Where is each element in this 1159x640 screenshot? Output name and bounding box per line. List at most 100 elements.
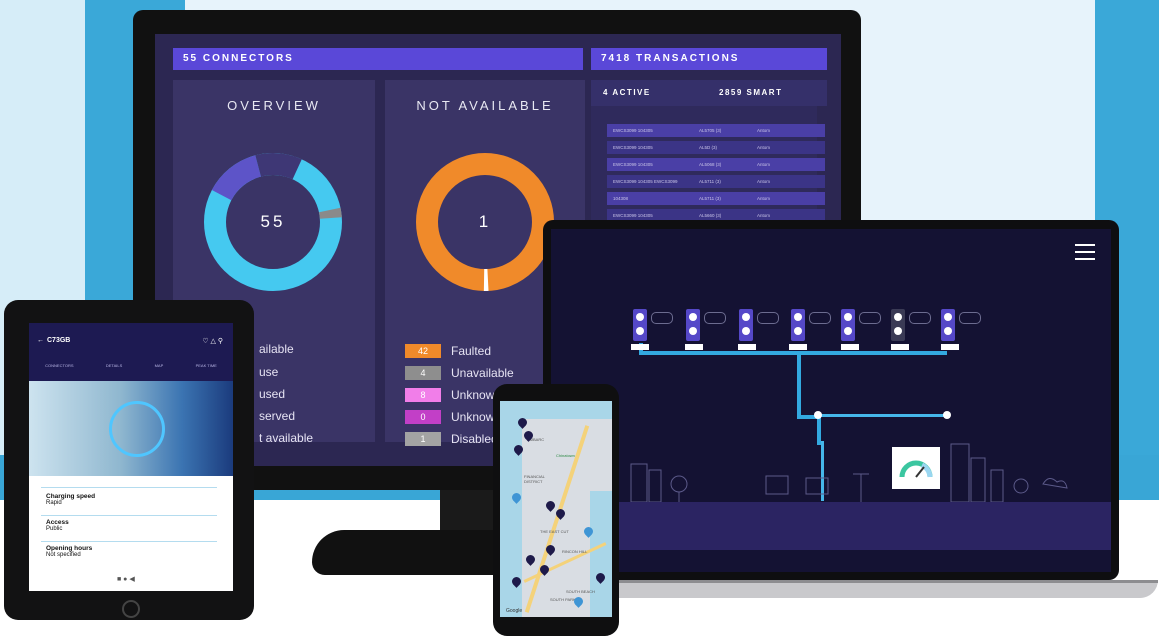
- car-icon: [859, 312, 881, 324]
- tx-user: Antom: [757, 196, 771, 201]
- tab-smart[interactable]: 2859 SMART: [709, 80, 827, 106]
- home-button[interactable]: [122, 600, 140, 618]
- map-screen: EMBARC FINANCIAL DISTRICT Chinatown THE …: [500, 401, 612, 617]
- charge-point-icon[interactable]: [686, 309, 700, 341]
- tab-map[interactable]: MAP: [155, 363, 164, 368]
- field-value: Not specified: [46, 552, 81, 558]
- charge-point-icon[interactable]: [739, 309, 753, 341]
- favorite-icon[interactable]: ♡ △ ⚲: [202, 337, 223, 345]
- tx-id: 104308: [613, 196, 629, 201]
- legend-label-disabled: Disablec: [451, 432, 498, 446]
- charge-point-offline-icon[interactable]: [891, 309, 905, 341]
- overview-legend-used: used: [259, 387, 286, 401]
- tx-id: EWCS3099 104305: [613, 162, 653, 167]
- map-pin-icon[interactable]: [524, 553, 537, 566]
- divider: [41, 515, 217, 516]
- overview-legend-available: ailable: [259, 342, 294, 356]
- divider: [41, 487, 217, 488]
- tx-connector: AL5D (3): [699, 145, 718, 150]
- divider: [41, 541, 217, 542]
- tab-details[interactable]: DETAILS: [106, 363, 122, 368]
- connector-tag: [685, 344, 703, 350]
- bay-water-right: [590, 491, 612, 617]
- junction-node: [943, 411, 951, 419]
- car-icon: [704, 312, 726, 324]
- legend-row-disabled: 1 Disablec: [405, 430, 497, 448]
- overview-heading: OVERVIEW: [227, 98, 321, 113]
- transaction-row[interactable]: EWCS3099 104305 AL5068 (3) Antom: [607, 158, 825, 171]
- field-label: Opening hours: [46, 545, 93, 552]
- car-icon: [651, 312, 673, 324]
- tab-peak-time[interactable]: PEAK TIME: [196, 363, 217, 368]
- legend-label-faulted: Faulted: [451, 344, 492, 358]
- legend-label-unknown: Unknow: [451, 410, 495, 424]
- overview-legend-not-available: t available: [259, 431, 314, 445]
- legend-chip-unavailable: 4: [405, 366, 441, 380]
- map-label: FINANCIAL DISTRICT: [524, 474, 545, 484]
- tab-connectors[interactable]: CONNECTORS: [45, 363, 73, 368]
- opening-hours-field: Opening hours Not specified: [46, 545, 92, 558]
- tx-connector: AL5068 (3): [699, 162, 722, 167]
- overview-legend-reserved: served: [259, 409, 296, 423]
- charging-speed-field: Charging speed Rapid: [46, 493, 95, 506]
- android-nav-bar[interactable]: ■ ● ◀: [117, 575, 135, 583]
- legend-row-faulted: 42 Faulted: [405, 342, 491, 360]
- transactions-title-bar: 7418 TRANSACTIONS: [591, 48, 827, 70]
- legend-row-unknown: 0 Unknow: [405, 408, 494, 426]
- tx-user: Antom: [757, 162, 771, 167]
- field-value: Public: [46, 526, 63, 532]
- legend-chip-faulted: 42: [405, 344, 441, 358]
- charge-point-icon[interactable]: [941, 309, 955, 341]
- charge-point-icon[interactable]: [633, 309, 647, 341]
- hamburger-menu-icon[interactable]: [1075, 244, 1095, 265]
- legend-chip-unknown-48h: 8: [405, 388, 441, 402]
- tablet: ← C73GB ♡ △ ⚲ CONNECTORS DETAILS MAP PEA…: [4, 300, 254, 620]
- car-icon: [959, 312, 981, 324]
- tx-id: EWCS3099 104305 EWCS3099: [613, 179, 678, 184]
- charge-point-icon[interactable]: [841, 309, 855, 341]
- tx-connector: AL5711 (3): [699, 196, 721, 201]
- meter-wire: [817, 414, 947, 417]
- back-arrow-icon[interactable]: ←: [37, 337, 44, 344]
- map-pin-icon[interactable]: [544, 499, 557, 512]
- ground-band: [551, 502, 1111, 550]
- overview-legend-in-use: use: [259, 365, 279, 379]
- tab-active[interactable]: 4 ACTIVE: [591, 80, 713, 106]
- car-icon: [809, 312, 831, 324]
- connector-tag: [789, 344, 807, 350]
- junction-node: [814, 411, 822, 419]
- tx-user: Antom: [757, 128, 771, 133]
- bay-water-top: [500, 401, 612, 419]
- tablet-tabs: CONNECTORS DETAILS MAP PEAK TIME: [29, 363, 233, 368]
- map-label: THE EAST CUT: [540, 529, 569, 534]
- grid-diagram-screen: [551, 229, 1111, 572]
- field-label: Charging speed: [46, 493, 96, 500]
- map-label: RINCON HILL: [562, 549, 588, 554]
- charging-car-photo: [29, 381, 233, 476]
- car-icon: [909, 312, 931, 324]
- transaction-row[interactable]: 104308 AL5711 (3) Antom: [607, 192, 825, 205]
- tablet-screen: ← C73GB ♡ △ ⚲ CONNECTORS DETAILS MAP PEA…: [29, 323, 233, 591]
- charge-point-icon[interactable]: [791, 309, 805, 341]
- field-value: Rapid: [46, 500, 62, 506]
- connector-tag: [631, 344, 649, 350]
- laptop-hinge: [548, 580, 1158, 583]
- connector-tag: [941, 344, 959, 350]
- transaction-row[interactable]: EWCS3099 104305 AL5705 (3) Antom: [607, 124, 825, 137]
- connectors-title-bar: 55 CONNECTORS: [173, 48, 583, 70]
- map-label: SOUTH PARK: [550, 597, 576, 602]
- transaction-row[interactable]: EWCS3099 104305 EWCS3099 AL5711 (3) Anto…: [607, 175, 825, 188]
- car-icon: [757, 312, 779, 324]
- distribution-pipe: [639, 351, 947, 355]
- smartphone: EMBARC FINANCIAL DISTRICT Chinatown THE …: [493, 384, 619, 636]
- map-label: SOUTH BEACH: [566, 589, 595, 594]
- transactions-title: 7418 TRANSACTIONS: [601, 53, 740, 64]
- legend-chip-unknown: 0: [405, 410, 441, 424]
- charger-plug-glow: [109, 401, 165, 457]
- main-feed-pipe: [797, 351, 801, 419]
- transaction-row[interactable]: EWCS3099 104305 AL5D (3) Antom: [607, 141, 825, 154]
- laptop: [543, 220, 1119, 580]
- tx-id: EWCS3099 104305: [613, 145, 653, 150]
- tx-user: Antom: [757, 179, 771, 184]
- map-label: Chinatown: [556, 453, 575, 458]
